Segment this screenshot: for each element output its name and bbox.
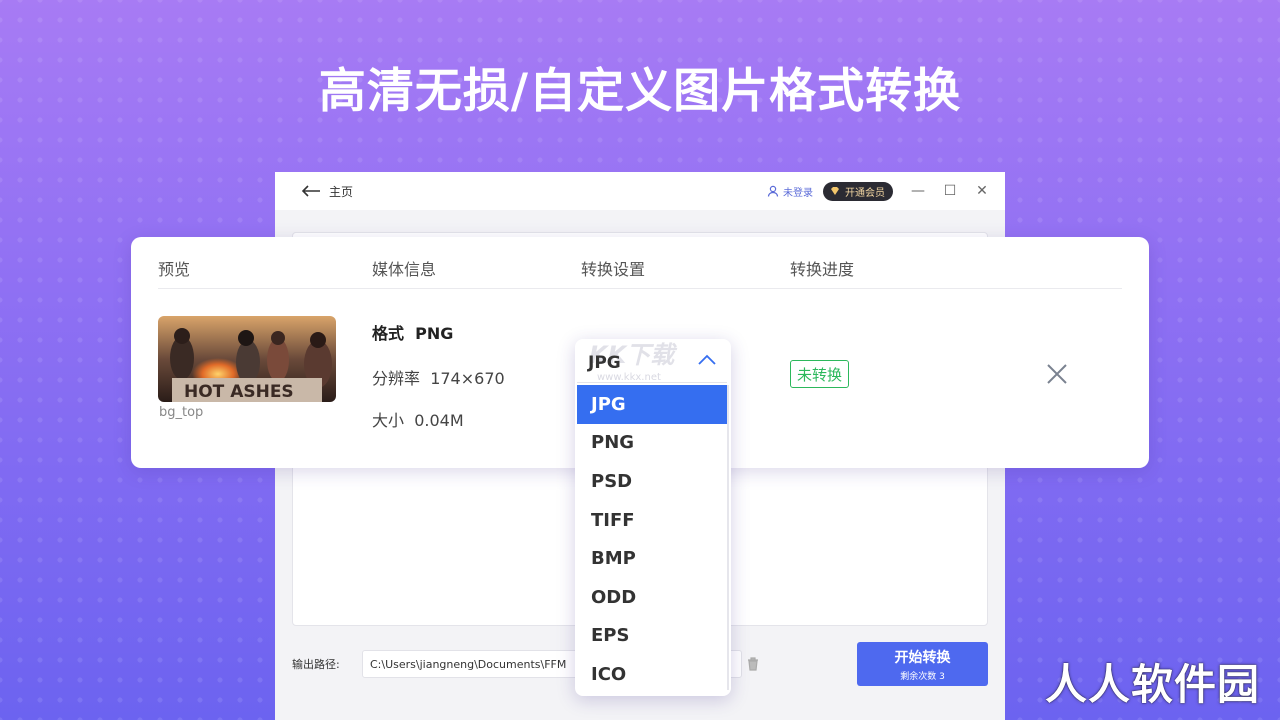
format-option-bmp[interactable]: BMP <box>577 539 727 578</box>
format-option-eps[interactable]: EPS <box>577 617 727 656</box>
status-badge: 未转换 <box>790 360 850 388</box>
start-convert-label: 开始转换 <box>894 649 951 666</box>
close-icon[interactable] <box>1045 362 1069 386</box>
resolution-label: 分辨率 <box>372 369 421 388</box>
thumb-caption: HOT ASHES <box>184 382 294 402</box>
column-progress: 转换进度 <box>790 260 855 279</box>
dropdown-scrollbar[interactable] <box>727 385 729 690</box>
format-option-tiff[interactable]: TIFF <box>577 501 727 540</box>
start-convert-button[interactable]: 开始转换 剩余次数 3 <box>857 642 988 686</box>
campfire-photo: HOT ASHES <box>158 316 336 402</box>
format-select[interactable]: KK下载 www.kkx.net JPG <box>577 339 727 383</box>
column-preview: 预览 <box>158 260 191 279</box>
format-value: PNG <box>415 324 454 343</box>
column-convert-settings: 转换设置 <box>581 260 646 279</box>
arrow-left-icon <box>301 185 320 197</box>
format-info: 格式 PNG <box>372 320 453 344</box>
minimize-icon[interactable]: — <box>911 184 925 198</box>
vip-label: 开通会员 <box>845 187 885 199</box>
selected-format: JPG <box>588 353 621 373</box>
maximize-icon[interactable]: ☐ <box>943 184 957 198</box>
format-label: 格式 <box>372 324 405 343</box>
remaining-count: 剩余次数 3 <box>900 671 945 682</box>
format-option-odd[interactable]: ODD <box>577 578 727 617</box>
title-bar: 主页 未登录 开通会员 — ☐ ✕ <box>275 172 1005 210</box>
format-options: JPG PNG PSD TIFF BMP ODD EPS ICO <box>577 385 727 694</box>
login-label: 未登录 <box>783 187 813 199</box>
format-option-png[interactable]: PNG <box>577 424 727 463</box>
resolution-value: 174×670 <box>430 369 505 388</box>
vip-button[interactable]: 开通会员 <box>823 181 893 201</box>
close-window-icon[interactable]: ✕ <box>975 184 989 198</box>
format-option-ico[interactable]: ICO <box>577 655 727 694</box>
resolution-info: 分辨率 174×670 <box>372 365 505 389</box>
preview-thumbnail[interactable]: HOT ASHES <box>158 316 336 402</box>
chevron-up-icon <box>698 354 716 365</box>
watermark-url: www.kkx.net <box>597 372 661 383</box>
output-path-label: 输出路径: <box>292 658 340 671</box>
format-dropdown[interactable]: KK下载 www.kkx.net JPG JPG PNG PSD TIFF BM… <box>575 339 731 696</box>
table-header: 预览 媒体信息 转换设置 转换进度 <box>158 237 1122 289</box>
format-option-jpg[interactable]: JPG <box>577 385 727 424</box>
login-button[interactable]: 未登录 <box>767 184 813 199</box>
trash-icon[interactable] <box>746 657 760 671</box>
size-label: 大小 <box>372 411 405 430</box>
back-label: 主页 <box>329 184 354 199</box>
format-option-psd[interactable]: PSD <box>577 462 727 501</box>
page-headline: 高清无损/自定义图片格式转换 <box>318 64 962 119</box>
user-icon <box>767 185 779 197</box>
brand-watermark: 人人软件园 <box>1044 660 1260 709</box>
back-home-button[interactable]: 主页 <box>301 183 353 200</box>
diamond-icon <box>831 187 839 195</box>
file-name: bg_top <box>159 405 204 420</box>
size-info: 大小 0.04M <box>372 407 464 431</box>
size-value: 0.04M <box>414 411 464 430</box>
column-media-info: 媒体信息 <box>372 260 437 279</box>
